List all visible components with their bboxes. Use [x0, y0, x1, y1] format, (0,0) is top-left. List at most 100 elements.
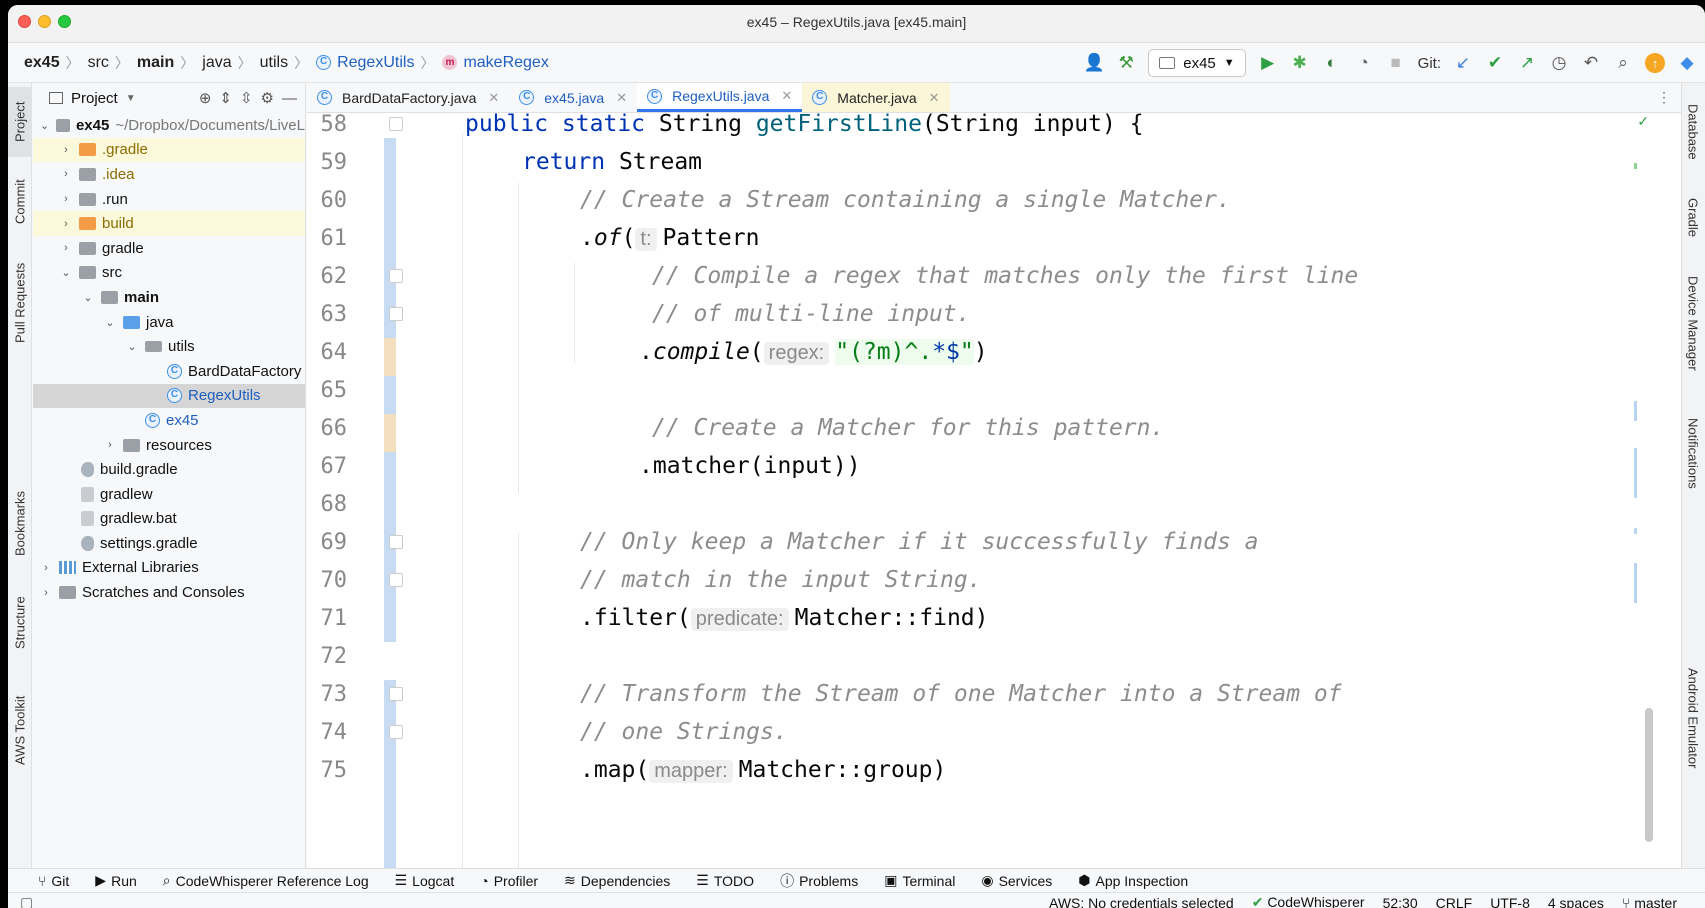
breadcrumb-method[interactable]: makeRegex — [463, 54, 548, 72]
tree-item-build-gradle[interactable]: build.gradle — [33, 457, 305, 482]
fold-marker[interactable] — [389, 687, 403, 701]
chevron-right-icon[interactable]: › — [39, 562, 53, 574]
chevron-right-icon[interactable]: › — [59, 168, 73, 180]
debug-icon[interactable]: ✱ — [1290, 53, 1310, 73]
close-icon[interactable]: ✕ — [488, 90, 499, 106]
git-update-icon[interactable]: ↙ — [1453, 53, 1473, 73]
tree-item-ex45[interactable]: C ex45 — [33, 408, 305, 433]
coverage-icon[interactable]: ◐ — [1322, 53, 1342, 73]
tab-android-emulator-tool[interactable]: Android Emulator — [1681, 658, 1705, 778]
breadcrumb-java[interactable]: java — [202, 54, 231, 72]
breadcrumb-utils[interactable]: utils — [260, 54, 288, 72]
fold-marker[interactable] — [389, 535, 403, 549]
tree-item-dot-gradle[interactable]: › .gradle — [33, 137, 305, 163]
toggle-tool-windows-icon[interactable]: ▢ — [20, 894, 33, 908]
tree-item-gradlew[interactable]: gradlew — [33, 482, 305, 507]
tool-problems[interactable]: ⓘ Problems — [780, 871, 858, 891]
status-caret-position[interactable]: 52:30 — [1383, 895, 1418, 908]
tree-item-src[interactable]: ⌄ src — [33, 261, 305, 286]
update-icon[interactable]: ↑ — [1645, 53, 1665, 73]
gear-icon[interactable]: ⚙ — [261, 89, 274, 107]
status-encoding[interactable]: UTF-8 — [1490, 895, 1530, 908]
fold-marker[interactable] — [389, 725, 403, 739]
chevron-right-icon[interactable]: › — [59, 144, 73, 156]
fold-marker[interactable] — [389, 117, 403, 131]
tree-item-resources[interactable]: › resources — [33, 433, 305, 458]
tab-device-manager-tool[interactable]: Device Manager — [1681, 263, 1705, 383]
chevron-down-icon[interactable]: ⌄ — [39, 119, 50, 132]
tab-gradle-tool[interactable]: Gradle — [1681, 183, 1705, 253]
tab-aws-toolkit-tool[interactable]: AWS Toolkit — [8, 683, 32, 778]
tab-notifications-tool[interactable]: Notifications — [1681, 403, 1705, 503]
tree-item-regexutils[interactable]: C RegexUtils — [33, 383, 305, 409]
tree-item-java[interactable]: ⌄ java — [33, 310, 305, 335]
tree-item-settings-gradle[interactable]: settings.gradle — [33, 531, 305, 556]
close-icon[interactable]: ✕ — [781, 88, 792, 104]
tool-profiler[interactable]: ◔ Profiler — [480, 873, 538, 889]
locate-icon[interactable]: ⊕ — [199, 89, 212, 107]
status-line-separator[interactable]: CRLF — [1436, 895, 1473, 908]
fold-marker[interactable] — [389, 307, 403, 321]
tree-item-scratches[interactable]: › Scratches and Consoles — [33, 580, 305, 605]
tree-item-external-libraries[interactable]: › External Libraries — [33, 556, 305, 581]
tool-logcat[interactable]: ☰ Logcat — [395, 872, 455, 889]
tool-terminal[interactable]: ▣ Terminal — [884, 872, 955, 889]
breadcrumb-src[interactable]: src — [88, 54, 109, 72]
tool-services[interactable]: ◉ Services — [981, 872, 1052, 889]
collapse-all-icon[interactable]: ⇳ — [240, 89, 253, 107]
git-push-icon[interactable]: ↗ — [1517, 53, 1537, 73]
rollback-icon[interactable]: ↶ — [1581, 53, 1601, 73]
hide-panel-icon[interactable]: — — [282, 90, 297, 107]
tab-pull-requests-tool[interactable]: Pull Requests — [8, 253, 32, 353]
jetbrains-ai-icon[interactable]: ◆ — [1677, 53, 1697, 73]
fold-marker[interactable] — [389, 269, 403, 283]
git-commit-icon[interactable]: ✔ — [1485, 53, 1505, 73]
status-indent[interactable]: 4 spaces — [1548, 895, 1604, 908]
tab-commit-tool[interactable]: Commit — [8, 167, 32, 237]
breadcrumb-project[interactable]: ex45 — [24, 54, 60, 72]
tree-item-gradle[interactable]: › gradle — [33, 236, 305, 261]
tree-item-barddatafactory[interactable]: C BardDataFactory — [33, 359, 305, 384]
tool-run[interactable]: ▶ Run — [95, 872, 136, 889]
tab-database-tool[interactable]: Database — [1681, 87, 1705, 177]
chevron-right-icon[interactable]: › — [39, 587, 53, 599]
chevron-down-icon[interactable]: ⌄ — [103, 316, 117, 329]
breadcrumb-class[interactable]: RegexUtils — [337, 54, 414, 72]
stop-icon[interactable]: ■ — [1386, 53, 1406, 73]
tool-app-inspection[interactable]: ⬢ App Inspection — [1078, 872, 1188, 889]
close-icon[interactable]: ✕ — [616, 90, 627, 106]
chevron-right-icon[interactable]: › — [59, 218, 73, 230]
build-hammer-icon[interactable]: ⚒ — [1116, 53, 1136, 73]
profile-icon[interactable]: ◔ — [1354, 53, 1374, 73]
tab-project-tool[interactable]: Project — [8, 87, 32, 157]
chevron-down-icon[interactable]: ⌄ — [125, 340, 139, 353]
tool-codewhisperer-log[interactable]: ⌕ CodeWhisperer Reference Log — [163, 872, 369, 889]
tree-item-main[interactable]: ⌄ main — [33, 285, 305, 310]
chevron-down-icon[interactable]: ▼ — [126, 93, 136, 104]
chevron-right-icon[interactable]: › — [59, 193, 73, 205]
status-aws-credentials[interactable]: AWS: No credentials selected — [1049, 895, 1234, 908]
chevron-down-icon[interactable]: ⌄ — [59, 266, 73, 279]
run-configuration-select[interactable]: ex45 ▼ — [1148, 49, 1246, 77]
tool-todo[interactable]: ☰ TODO — [696, 872, 754, 889]
status-git-branch[interactable]: ⑂ master — [1622, 895, 1677, 908]
history-icon[interactable]: ◷ — [1549, 53, 1569, 73]
tree-item-gradlew-bat[interactable]: gradlew.bat — [33, 507, 305, 532]
code-editor[interactable]: ✓ 58 public static String getFirstLine(S… — [307, 111, 1681, 880]
expand-all-icon[interactable]: ⇕ — [219, 89, 232, 107]
tab-bookmarks-tool[interactable]: Bookmarks — [8, 478, 32, 568]
tree-item-utils[interactable]: ⌄ utils — [33, 334, 305, 359]
tree-item-build[interactable]: › build — [33, 211, 305, 236]
chevron-down-icon[interactable]: ⌄ — [81, 291, 95, 304]
tree-item-run[interactable]: › .run — [33, 187, 305, 212]
close-icon[interactable]: ✕ — [929, 90, 940, 106]
chevron-right-icon[interactable]: › — [59, 242, 73, 254]
breadcrumb-main[interactable]: main — [137, 54, 174, 72]
chevron-right-icon[interactable]: › — [103, 439, 117, 451]
project-view-select[interactable]: Project — [71, 90, 118, 107]
status-codewhisperer[interactable]: ✔ CodeWhisperer — [1252, 894, 1365, 908]
search-icon[interactable]: ⌕ — [1613, 53, 1633, 73]
tab-structure-tool[interactable]: Structure — [8, 583, 32, 663]
tool-git[interactable]: ⑂ Git — [38, 873, 69, 889]
tree-item-idea[interactable]: › .idea — [33, 162, 305, 187]
